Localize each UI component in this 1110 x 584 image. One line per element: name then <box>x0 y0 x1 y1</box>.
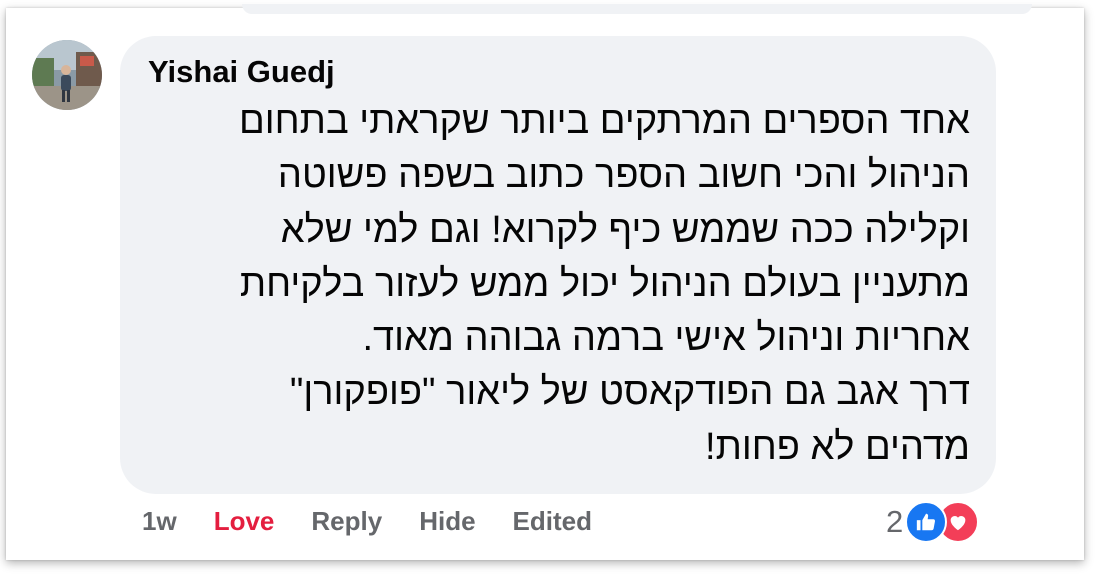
reactions-summary[interactable]: 2 <box>886 500 980 544</box>
avatar-photo <box>32 40 102 110</box>
comment-text-line: וקלילה ככה שממש כיף לקרוא! וגם למי שלא <box>280 208 970 251</box>
comment-timestamp[interactable]: 1w <box>142 506 177 537</box>
edited-label[interactable]: Edited <box>513 506 592 537</box>
reaction-count: 2 <box>886 504 904 539</box>
reply-button[interactable]: Reply <box>311 506 382 537</box>
comment-text-line: דרך אגב גם הפודקאסט של ליאור "פופקורן" <box>289 371 970 414</box>
comment-text-line: מתעניין בעולם הניהול יכול ממש לעזור בלקי… <box>239 262 970 305</box>
comment-text-line: מדהים לא פחות! <box>705 425 970 468</box>
comment-text-line: הניהול והכי חשוב הספר כתוב בשפה פשוטה <box>277 154 970 197</box>
like-icon <box>905 501 948 543</box>
hide-button[interactable]: Hide <box>419 506 475 537</box>
previous-comment-edge <box>242 4 1032 14</box>
comment-text-line: אחד הספרים המרתקים ביותר שקראתי בתחום <box>239 100 970 142</box>
comment-author[interactable]: Yishai Guedj <box>148 52 335 92</box>
avatar[interactable] <box>32 40 102 110</box>
love-button[interactable]: Love <box>214 506 275 537</box>
comment-card: Yishai Guedj אחד הספרים המרתקים ביותר שק… <box>6 4 1084 560</box>
comment-bubble: Yishai Guedj אחד הספרים המרתקים ביותר שק… <box>120 36 996 494</box>
comment-text-line: אחריות וניהול אישי ברמה גבוהה מאוד. <box>362 317 970 360</box>
comment-text: אחד הספרים המרתקים ביותר שקראתי בתחום הנ… <box>150 94 970 474</box>
comment-actions: 1w Love Reply Hide Edited <box>142 502 629 540</box>
